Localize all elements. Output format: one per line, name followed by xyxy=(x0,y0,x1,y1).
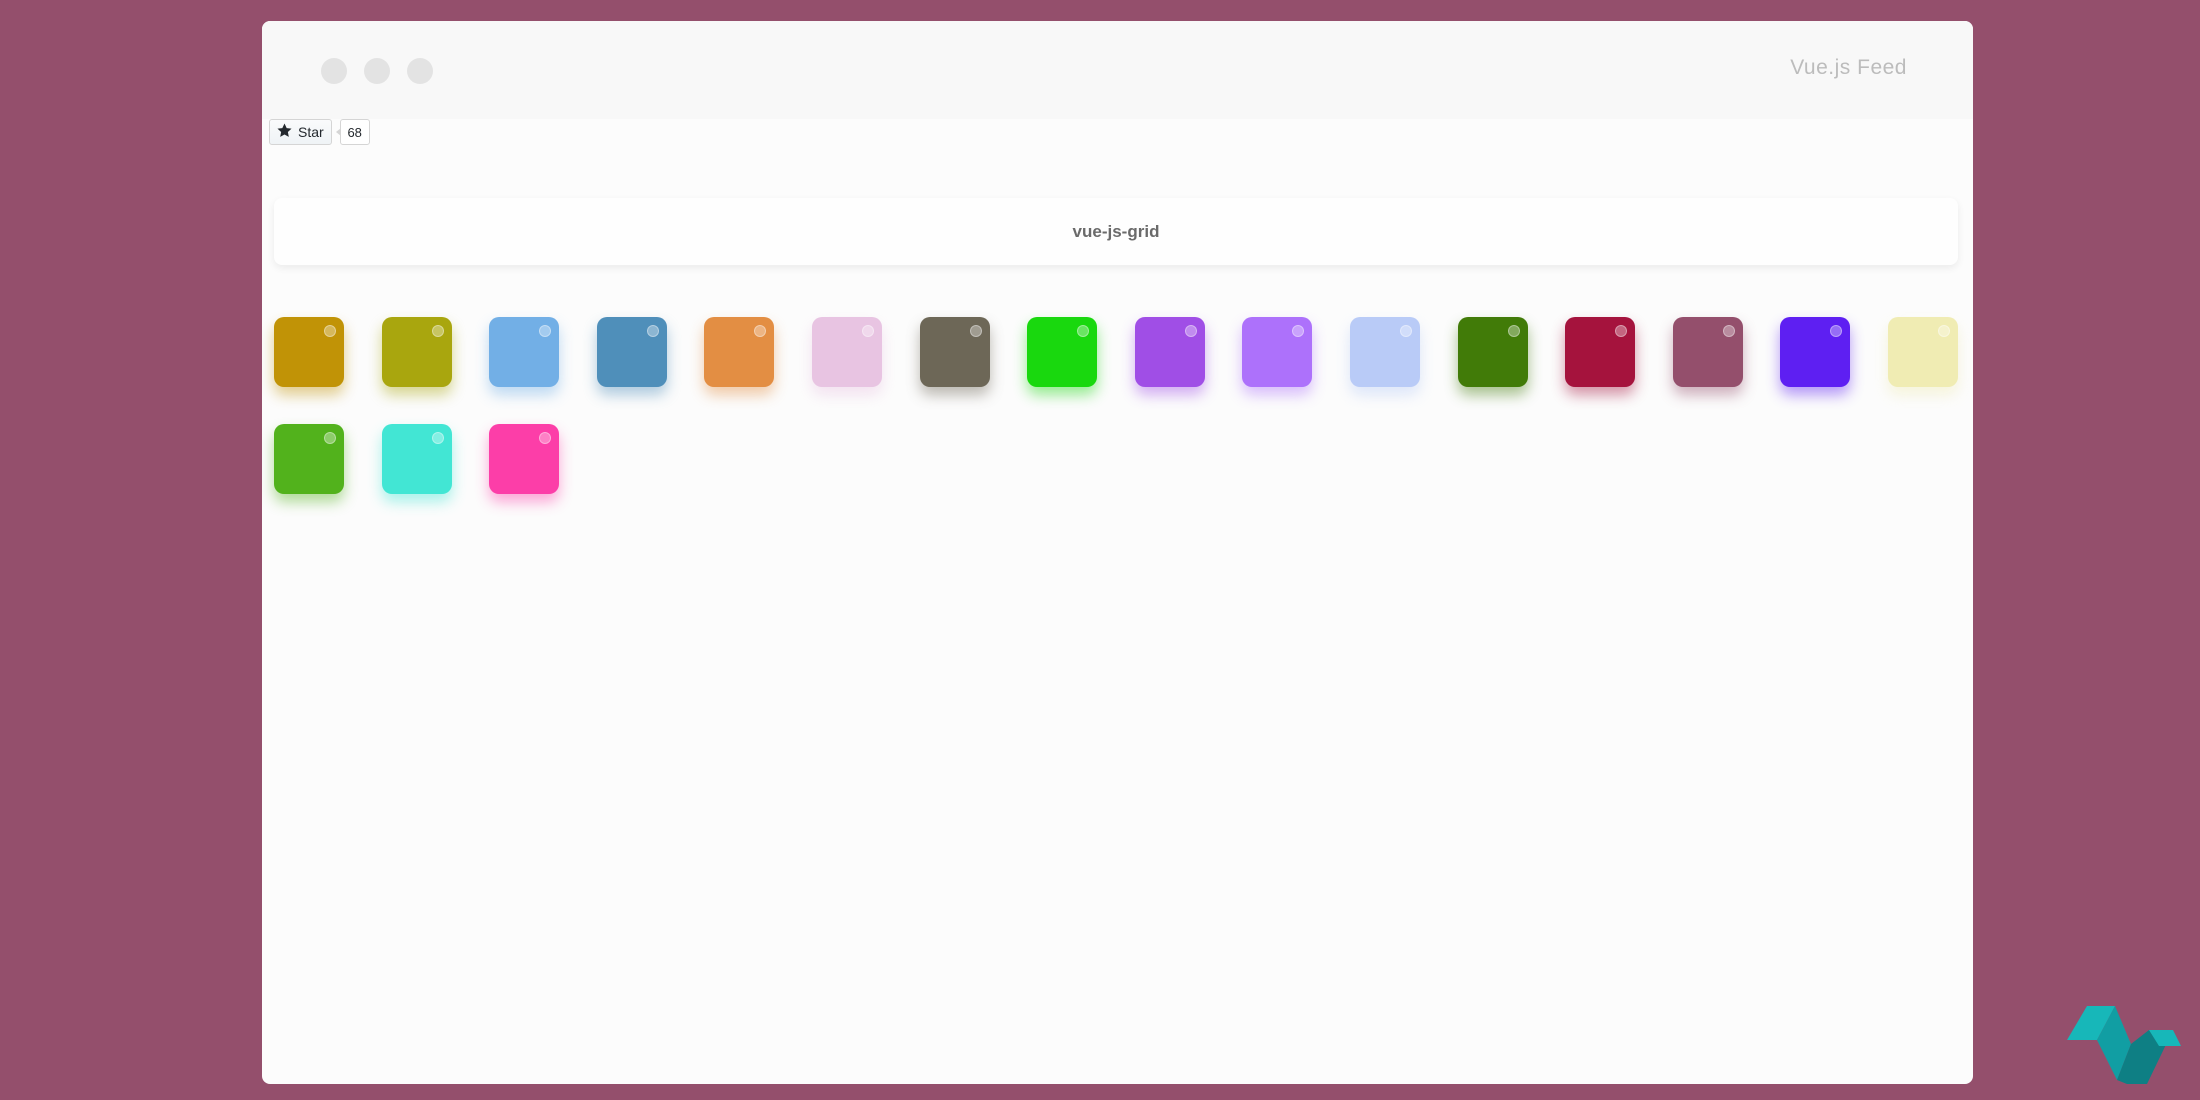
color-tile[interactable] xyxy=(1888,317,1958,387)
header-card: vue-js-grid xyxy=(274,198,1958,265)
tile-toggle-dot[interactable] xyxy=(1938,325,1950,337)
color-tile[interactable] xyxy=(1673,317,1743,387)
tile-toggle-dot[interactable] xyxy=(324,325,336,337)
star-button-label: Star xyxy=(298,124,324,140)
page-title: vue-js-grid xyxy=(1072,221,1160,241)
color-tile[interactable] xyxy=(597,317,667,387)
tile-toggle-dot[interactable] xyxy=(1723,325,1735,337)
color-tile[interactable] xyxy=(1350,317,1420,387)
color-tile[interactable] xyxy=(1135,317,1205,387)
window-title: Vue.js Feed xyxy=(1790,56,1907,79)
color-grid xyxy=(274,317,1973,517)
tile-toggle-dot[interactable] xyxy=(862,325,874,337)
window-close-dot[interactable] xyxy=(321,58,347,84)
color-tile[interactable] xyxy=(1027,317,1097,387)
window-minimize-dot[interactable] xyxy=(364,58,390,84)
tile-toggle-dot[interactable] xyxy=(539,432,551,444)
tile-toggle-dot[interactable] xyxy=(539,325,551,337)
color-tile[interactable] xyxy=(812,317,882,387)
tile-toggle-dot[interactable] xyxy=(1400,325,1412,337)
browser-window: Vue.js Feed Star 68 vue-js-grid xyxy=(262,21,1973,1084)
color-tile[interactable] xyxy=(704,317,774,387)
color-tile[interactable] xyxy=(1242,317,1312,387)
github-star-widget: Star 68 xyxy=(269,118,370,146)
tile-toggle-dot[interactable] xyxy=(432,325,444,337)
tile-toggle-dot[interactable] xyxy=(432,432,444,444)
color-tile[interactable] xyxy=(1780,317,1850,387)
tile-toggle-dot[interactable] xyxy=(1077,325,1089,337)
color-tile[interactable] xyxy=(274,317,344,387)
tile-toggle-dot[interactable] xyxy=(1508,325,1520,337)
color-tile[interactable] xyxy=(489,424,559,494)
color-tile[interactable] xyxy=(382,424,452,494)
github-star-button[interactable]: Star xyxy=(269,119,332,145)
window-maximize-dot[interactable] xyxy=(407,58,433,84)
tile-toggle-dot[interactable] xyxy=(324,432,336,444)
tile-toggle-dot[interactable] xyxy=(1830,325,1842,337)
color-tile[interactable] xyxy=(382,317,452,387)
window-titlebar: Vue.js Feed xyxy=(262,21,1973,119)
color-tile[interactable] xyxy=(489,317,559,387)
vue-feed-logo-icon xyxy=(2063,1000,2183,1088)
color-tile[interactable] xyxy=(1458,317,1528,387)
color-tile[interactable] xyxy=(1565,317,1635,387)
tile-toggle-dot[interactable] xyxy=(1615,325,1627,337)
star-count[interactable]: 68 xyxy=(335,119,370,145)
tile-toggle-dot[interactable] xyxy=(754,325,766,337)
tile-toggle-dot[interactable] xyxy=(1292,325,1304,337)
tile-toggle-dot[interactable] xyxy=(1185,325,1197,337)
star-icon xyxy=(277,123,292,141)
color-tile[interactable] xyxy=(920,317,990,387)
tile-toggle-dot[interactable] xyxy=(647,325,659,337)
tile-toggle-dot[interactable] xyxy=(970,325,982,337)
color-tile[interactable] xyxy=(274,424,344,494)
